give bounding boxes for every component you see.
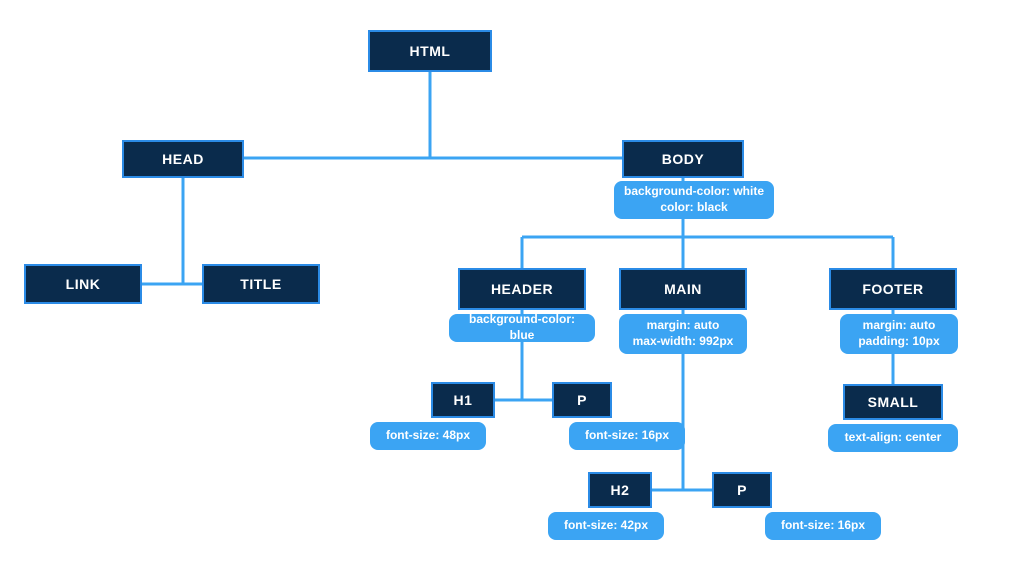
css-header: background-color: blue xyxy=(449,314,595,342)
css-main-line1: margin: auto xyxy=(647,318,720,334)
css-footer-line2: padding: 10px xyxy=(858,334,939,350)
node-body-label: BODY xyxy=(662,151,704,167)
node-main: MAIN xyxy=(619,268,747,310)
node-p-main: P xyxy=(712,472,772,508)
node-head: HEAD xyxy=(122,140,244,178)
node-footer-label: FOOTER xyxy=(862,281,923,297)
node-head-label: HEAD xyxy=(162,151,204,167)
css-h1: font-size: 48px xyxy=(370,422,486,450)
css-p-header-line: font-size: 16px xyxy=(585,428,669,444)
node-body: BODY xyxy=(622,140,744,178)
node-title: TITLE xyxy=(202,264,320,304)
css-main-line2: max-width: 992px xyxy=(633,334,734,350)
css-header-line: background-color: blue xyxy=(457,312,587,343)
node-small-label: SMALL xyxy=(868,394,919,410)
node-link: LINK xyxy=(24,264,142,304)
node-h2: H2 xyxy=(588,472,652,508)
css-h1-line: font-size: 48px xyxy=(386,428,470,444)
css-footer: margin: auto padding: 10px xyxy=(840,314,958,354)
css-small-line: text-align: center xyxy=(845,430,942,446)
css-h2: font-size: 42px xyxy=(548,512,664,540)
node-link-label: LINK xyxy=(66,276,101,292)
node-header: HEADER xyxy=(458,268,586,310)
node-p-header-label: P xyxy=(577,392,587,408)
css-body-line2: color: black xyxy=(660,200,727,216)
node-h1-label: H1 xyxy=(454,392,473,408)
css-p-header: font-size: 16px xyxy=(569,422,685,450)
node-p-main-label: P xyxy=(737,482,747,498)
css-footer-line1: margin: auto xyxy=(863,318,936,334)
css-body: background-color: white color: black xyxy=(614,181,774,219)
css-p-main: font-size: 16px xyxy=(765,512,881,540)
node-title-label: TITLE xyxy=(240,276,281,292)
node-html-label: HTML xyxy=(410,43,451,59)
node-header-label: HEADER xyxy=(491,281,553,297)
node-h2-label: H2 xyxy=(611,482,630,498)
css-h2-line: font-size: 42px xyxy=(564,518,648,534)
css-small: text-align: center xyxy=(828,424,958,452)
css-p-main-line: font-size: 16px xyxy=(781,518,865,534)
node-h1: H1 xyxy=(431,382,495,418)
node-small: SMALL xyxy=(843,384,943,420)
node-main-label: MAIN xyxy=(664,281,702,297)
css-body-line1: background-color: white xyxy=(624,184,764,200)
node-footer: FOOTER xyxy=(829,268,957,310)
node-p-header: P xyxy=(552,382,612,418)
css-main: margin: auto max-width: 992px xyxy=(619,314,747,354)
node-html: HTML xyxy=(368,30,492,72)
